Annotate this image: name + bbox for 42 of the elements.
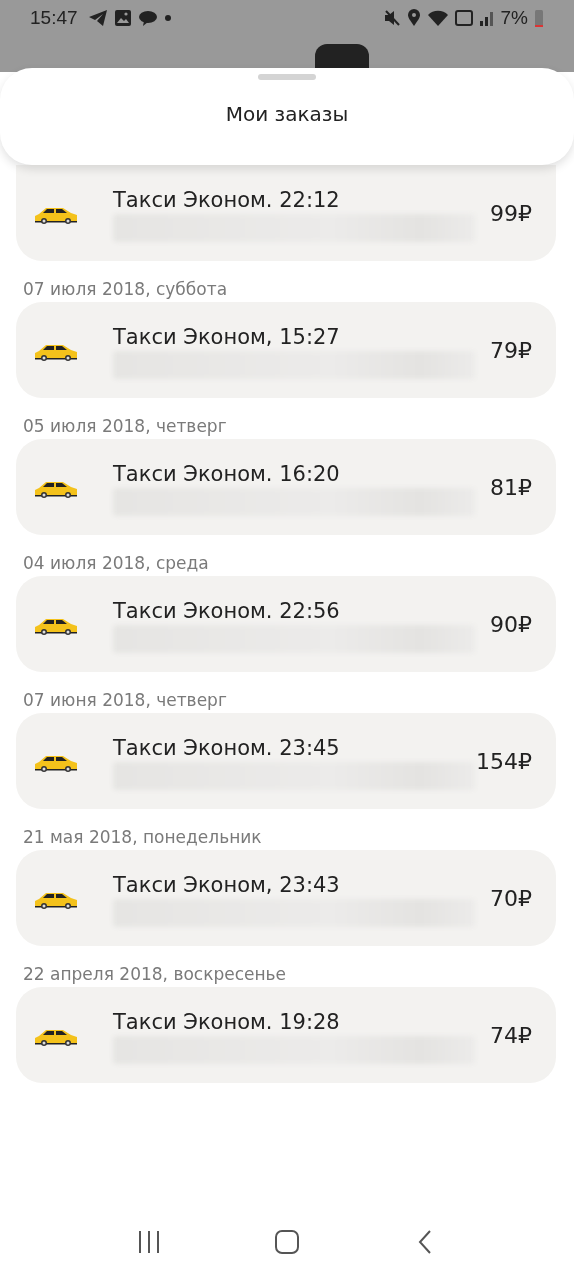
order-title: Такси Эконом, 15:27: [113, 325, 341, 349]
page-title: Мои заказы: [225, 102, 349, 126]
order-title: Такси Эконом. 23:45: [113, 736, 341, 760]
mute-icon: [382, 9, 401, 27]
image-icon: [113, 9, 132, 27]
dot-icon: [163, 14, 172, 22]
date-label: 04 июля 2018, среда: [22, 552, 210, 575]
order-title: Такси Эконом. 16:20: [113, 462, 341, 486]
battery-icon: [534, 8, 544, 28]
order-price: 99₽: [490, 200, 532, 226]
order-card[interactable]: Такси Эконом. 16:20 81₽: [16, 439, 556, 535]
order-card[interactable]: Такси Эконом, 23:43 70₽: [16, 850, 556, 946]
date-label: 05 июля 2018, четверг: [22, 415, 228, 438]
date-label: 21 мая 2018, понедельник: [22, 826, 263, 849]
order-card[interactable]: Такси Эконом, 15:27 79₽: [16, 302, 556, 398]
order-price: 81₽: [490, 474, 532, 500]
order-card[interactable]: Такси Эконом. 22:12 99₽: [16, 165, 556, 261]
order-price: 74₽: [490, 1022, 532, 1048]
drag-handle[interactable]: [258, 74, 316, 80]
wifi-icon: [426, 9, 449, 27]
order-title: Такси Эконом. 22:12: [113, 188, 341, 212]
order-title: Такси Эконом. 22:56: [113, 599, 341, 623]
order-card[interactable]: Такси Эконом. 23:45 154₽: [16, 713, 556, 809]
date-label: 07 июля 2018, суббота: [22, 278, 229, 301]
signal-icon: [478, 9, 495, 27]
order-card[interactable]: Такси Эконом. 19:28 74₽: [16, 987, 556, 1083]
send-icon: [87, 9, 108, 27]
order-price: 79₽: [490, 337, 532, 363]
date-label: 22 апреля 2018, воскресенье: [22, 963, 288, 986]
battery-percent: 7%: [500, 7, 528, 29]
order-price: 90₽: [490, 611, 532, 637]
chat-icon: [137, 9, 158, 27]
order-title: Такси Эконом, 23:43: [113, 873, 341, 897]
home-button[interactable]: [274, 1230, 300, 1254]
recent-apps-button[interactable]: [136, 1230, 162, 1254]
order-title: Такси Эконом. 19:28: [113, 1010, 341, 1034]
location-icon: [406, 9, 421, 27]
order-price: 70₽: [490, 885, 532, 911]
date-label: 07 июня 2018, четверг: [22, 689, 228, 712]
order-card[interactable]: Такси Эконом. 22:56 90₽: [16, 576, 556, 672]
status-time: 15:47: [30, 7, 78, 29]
order-price: 154₽: [476, 748, 532, 774]
